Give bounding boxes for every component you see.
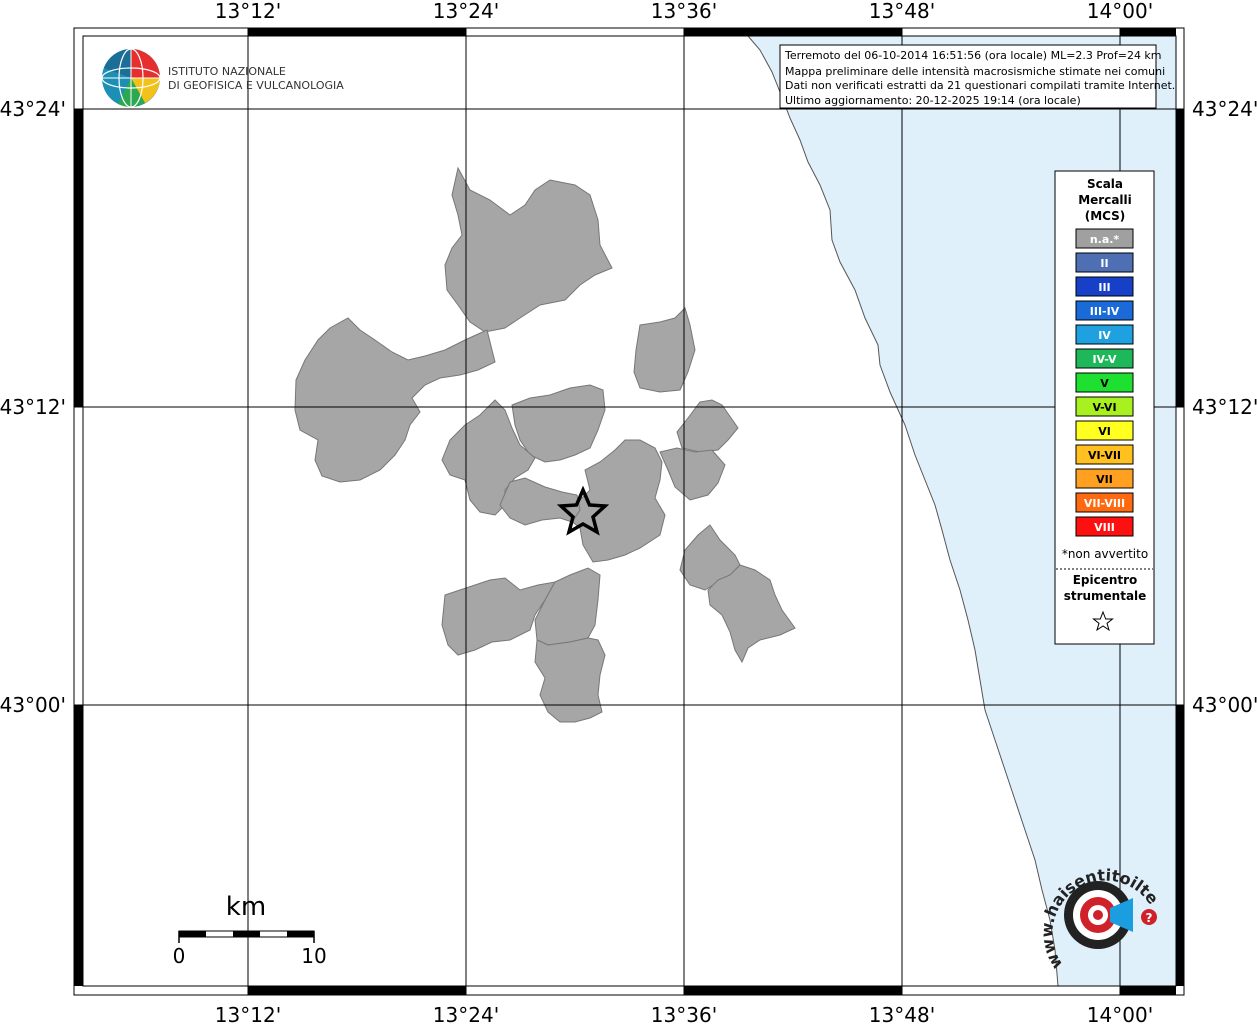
scale-unit: km xyxy=(226,892,266,922)
epicenter-legend-label: Epicentro xyxy=(1073,573,1138,587)
lon-label: 13°36' xyxy=(651,1003,717,1024)
lon-labels-top: 13°12' 13°24' 13°36' 13°48' 14°00' xyxy=(215,0,1153,23)
lon-label: 13°24' xyxy=(433,1003,499,1024)
lat-labels-left: 43°24' 43°12' 43°00' xyxy=(0,97,66,717)
lon-labels-bottom: 13°12' 13°24' 13°36' 13°48' 14°00' xyxy=(215,1003,1153,1024)
lat-label: 43°24' xyxy=(1192,97,1257,121)
legend-swatch-label: n.a.* xyxy=(1090,233,1120,246)
info-line: Ultimo aggiornamento: 20-12-2025 19:14 (… xyxy=(785,94,1081,107)
legend-swatch-label: III-IV xyxy=(1090,305,1120,318)
institute-name-line1: ISTITUTO NAZIONALE xyxy=(168,65,286,78)
lat-label: 43°00' xyxy=(0,693,66,717)
lon-label: 13°48' xyxy=(869,0,935,23)
scale-max: 10 xyxy=(301,944,326,968)
info-line: Dati non verificati estratti da 21 quest… xyxy=(785,79,1175,92)
legend-swatch-label: IV xyxy=(1098,329,1111,342)
lat-label: 43°12' xyxy=(1192,395,1257,419)
legend-swatch-label: V xyxy=(1100,377,1109,390)
info-line: Terremoto del 06-10-2014 16:51:56 (ora l… xyxy=(784,49,1162,62)
question-icon: ? xyxy=(1146,911,1153,925)
macroseismic-map: 13°12' 13°24' 13°36' 13°48' 14°00' 13°12… xyxy=(0,0,1257,1024)
legend-swatch-label: VII-VIII xyxy=(1084,497,1125,510)
lon-label: 13°36' xyxy=(651,0,717,23)
lon-label: 13°48' xyxy=(869,1003,935,1024)
lon-label: 14°00' xyxy=(1087,1003,1153,1024)
legend: Scala Mercalli (MCS) n.a.*IIIIIIII-IVIVI… xyxy=(1054,170,1155,645)
lon-label: 13°24' xyxy=(433,0,499,23)
legend-swatch-label: VIII xyxy=(1094,521,1115,534)
legend-swatch-label: VI-VII xyxy=(1088,449,1121,462)
info-line: Mappa preliminare delle intensità macros… xyxy=(785,65,1165,78)
ingv-globe-icon xyxy=(101,48,161,108)
legend-swatch-label: IV-V xyxy=(1092,353,1117,366)
legend-swatch-label: VII xyxy=(1096,473,1113,486)
legend-note: *non avvertito xyxy=(1062,547,1148,561)
epicenter-legend-label: strumentale xyxy=(1064,589,1147,603)
institute-name-line2: DI GEOFISICA E VULCANOLOGIA xyxy=(168,79,344,92)
legend-swatch-label: VI xyxy=(1098,425,1111,438)
legend-title: Mercalli xyxy=(1078,193,1132,207)
lat-label: 43°00' xyxy=(1192,693,1257,717)
scale-min: 0 xyxy=(173,944,186,968)
legend-title: Scala xyxy=(1087,177,1123,191)
legend-title: (MCS) xyxy=(1085,209,1126,223)
lon-label: 14°00' xyxy=(1087,0,1153,23)
lat-label: 43°24' xyxy=(0,97,66,121)
lat-labels-right: 43°24' 43°12' 43°00' xyxy=(1192,97,1257,717)
info-box: Terremoto del 06-10-2014 16:51:56 (ora l… xyxy=(779,44,1175,109)
legend-swatch-label: II xyxy=(1100,257,1108,270)
lon-label: 13°12' xyxy=(215,1003,281,1024)
lon-label: 13°12' xyxy=(215,0,281,23)
legend-swatch-label: V-VI xyxy=(1092,401,1116,414)
legend-swatch-label: III xyxy=(1098,281,1110,294)
lat-label: 43°12' xyxy=(0,395,66,419)
